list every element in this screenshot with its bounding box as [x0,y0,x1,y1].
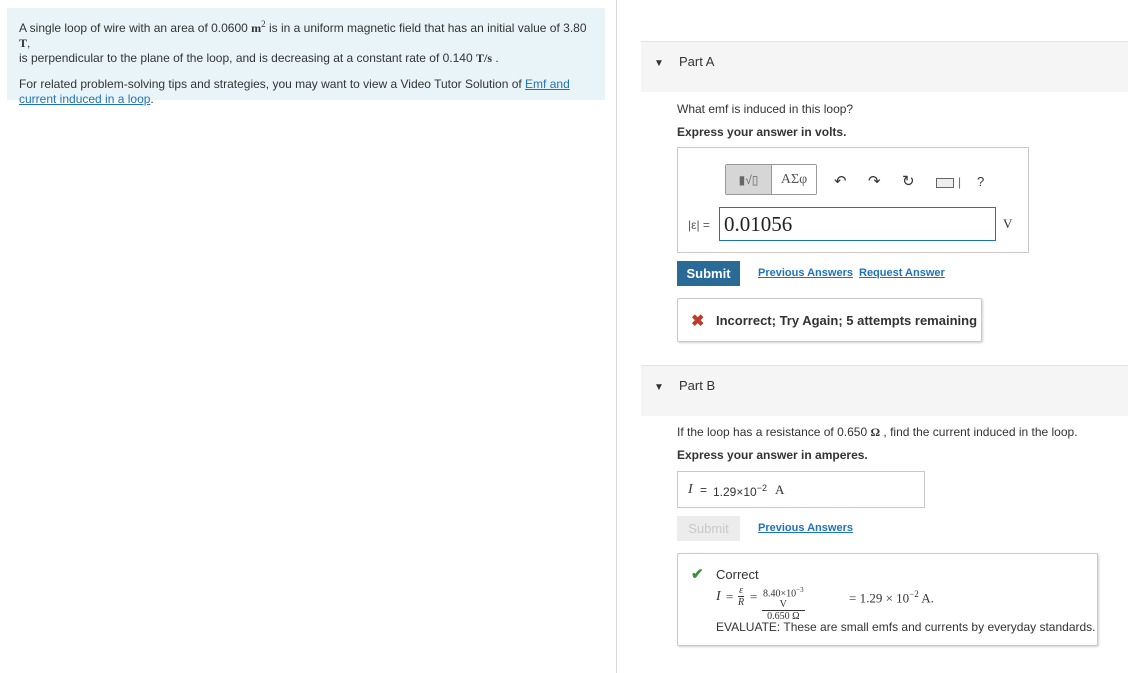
part-a-answer-box: ▮√▯ ΑΣφ ↶ ↷ ↻ | ? |ε| = 0.01056 V [677,147,1029,253]
math-toolbar-group: ▮√▯ ΑΣφ [725,164,817,195]
part-b-submit-button: Submit [677,516,740,541]
checkmark-icon: ✔ [691,566,704,583]
reset-icon[interactable]: ↻ [902,172,915,190]
part-b-header[interactable]: ▼ Part B [641,365,1128,416]
correct-feedback: ✔ Correct I = ε R = 8.40×10−3 V 0.650 Ω … [677,553,1098,646]
part-a-submit-button[interactable]: Submit [677,261,740,286]
collapse-triangle-icon[interactable]: ▼ [654,382,664,393]
part-a-header[interactable]: ▼ Part A [641,41,1128,92]
part-b-title: Part B [679,378,716,393]
part-a-instruction: Express your answer in volts. [677,125,847,139]
problem-text: A single loop of wire with an area of 0.… [19,19,587,65]
panel-divider [616,0,617,673]
problem-statement: A single loop of wire with an area of 0.… [7,8,605,106]
current-answer-value: 1.29×10−2 [713,483,767,499]
part-a-title: Part A [679,54,715,69]
keyboard-icon[interactable] [936,178,954,188]
volt-unit: V [1003,216,1013,231]
templates-button[interactable]: ▮√▯ [726,165,772,194]
toolbar-separator: | [958,175,962,189]
solution-result: = 1.29 × 10−2 A. [849,589,934,606]
emf-over-r-fraction: ε R [738,585,745,608]
part-a-previous-answers-link[interactable]: Previous Answers [758,267,853,279]
greek-symbols-button[interactable]: ΑΣφ [772,165,816,194]
part-b-answer-box: I = 1.29×10−2 A [677,471,925,508]
incorrect-feedback: ✖ Incorrect; Try Again; 5 attempts remai… [677,298,982,342]
incorrect-x-icon: ✖ [691,313,705,330]
ampere-unit: A [775,482,785,497]
part-a-question: What emf is induced in this loop? [677,102,854,116]
emf-label: |ε| = [688,218,710,232]
part-b-instruction: Express your answer in amperes. [677,448,868,462]
numeric-fraction: 8.40×10−3 V 0.650 Ω [762,586,805,623]
undo-icon[interactable]: ↶ [834,172,847,190]
area-unit: m [251,21,262,35]
collapse-triangle-icon[interactable]: ▼ [654,58,664,69]
help-button[interactable]: ? [977,174,984,189]
evaluate-text: EVALUATE: These are small emfs and curre… [716,620,1096,634]
redo-icon[interactable]: ↷ [868,172,881,190]
part-b-question: If the loop has a resistance of 0.650 Ω … [677,425,1078,439]
emf-answer-input[interactable]: 0.01056 [719,207,996,241]
request-answer-link[interactable]: Request Answer [859,267,945,279]
part-b-previous-answers-link[interactable]: Previous Answers [758,522,853,534]
correct-title: Correct [716,567,759,582]
current-label: I [688,482,693,497]
tips-text: For related problem-solving tips and str… [19,77,570,106]
incorrect-message: Incorrect; Try Again; 5 attempts remaini… [716,313,978,328]
